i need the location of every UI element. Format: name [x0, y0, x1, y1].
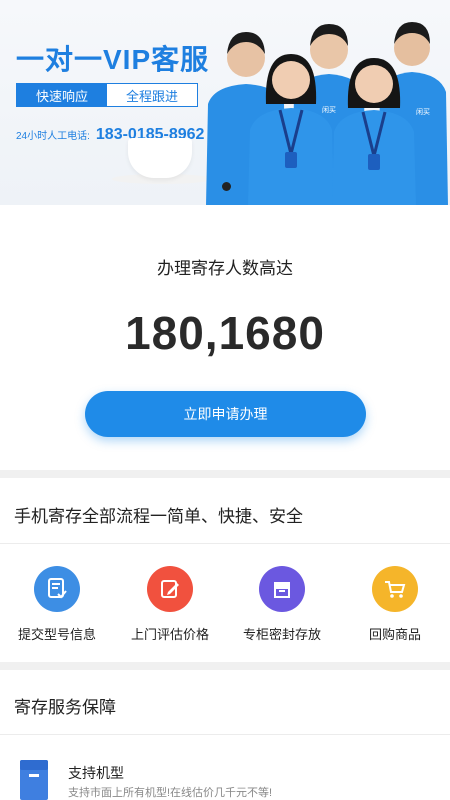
service-item-title: 支持机型 [68, 765, 124, 781]
edit-note-icon [147, 566, 193, 612]
tag-full-follow-up: 全程跟进 [107, 84, 197, 106]
process-section-title: 手机寄存全部流程一简单、快捷、安全 [14, 507, 303, 526]
step-label: 提交型号信息 [17, 627, 96, 642]
storage-box-icon [20, 760, 48, 800]
banner-title: 一对一VIP客服 [16, 44, 210, 75]
hotline-label: 24小时人工电话: [16, 131, 90, 142]
process-steps: 提交型号信息 上门评估价格 专柜密封存放 回购商品 [0, 566, 450, 646]
counter-value: 180,1680 [125, 307, 325, 359]
divider-line [0, 734, 450, 735]
step-label: 专柜密封存放 [242, 627, 321, 642]
lanyard-badge-text-2: 闲买 [416, 107, 430, 116]
coffee-cup-decoration [128, 138, 192, 178]
step-sealed-storage[interactable]: 专柜密封存放 [232, 566, 332, 646]
section-divider [0, 470, 450, 478]
tag-fast-response: 快速响应 [17, 84, 107, 106]
apply-now-button[interactable]: 立即申请办理 [85, 391, 366, 437]
section-divider [0, 662, 450, 670]
step-buy-back[interactable]: 回购商品 [345, 566, 445, 646]
service-item-desc: 支持市面上所有机型!在线估价几千元不等! [68, 787, 273, 799]
lanyard-badge-text: 闲买 [322, 105, 336, 114]
service-item-supported-models[interactable]: 支持机型 支持市面上所有机型!在线估价几千元不等! [0, 750, 450, 800]
document-check-icon [34, 566, 80, 612]
sealed-box-icon [259, 566, 305, 612]
step-onsite-valuation[interactable]: 上门评估价格 [120, 566, 220, 646]
vip-service-banner[interactable]: 一对一VIP客服 快速响应 全程跟进 24小时人工电话: 183-0185-89… [0, 0, 450, 205]
divider-line [0, 543, 450, 544]
counter-label: 办理寄存人数高达 [157, 259, 293, 278]
step-label: 回购商品 [368, 627, 421, 642]
carousel-indicator[interactable] [222, 182, 231, 191]
shopping-cart-icon [372, 566, 418, 612]
service-section-title: 寄存服务保障 [14, 698, 116, 717]
customer-service-staff-photo: 闲买 闲买 [206, 22, 448, 205]
step-label: 上门评估价格 [130, 627, 209, 642]
banner-tags: 快速响应 全程跟进 [16, 83, 198, 107]
step-submit-model-info[interactable]: 提交型号信息 [7, 566, 107, 646]
